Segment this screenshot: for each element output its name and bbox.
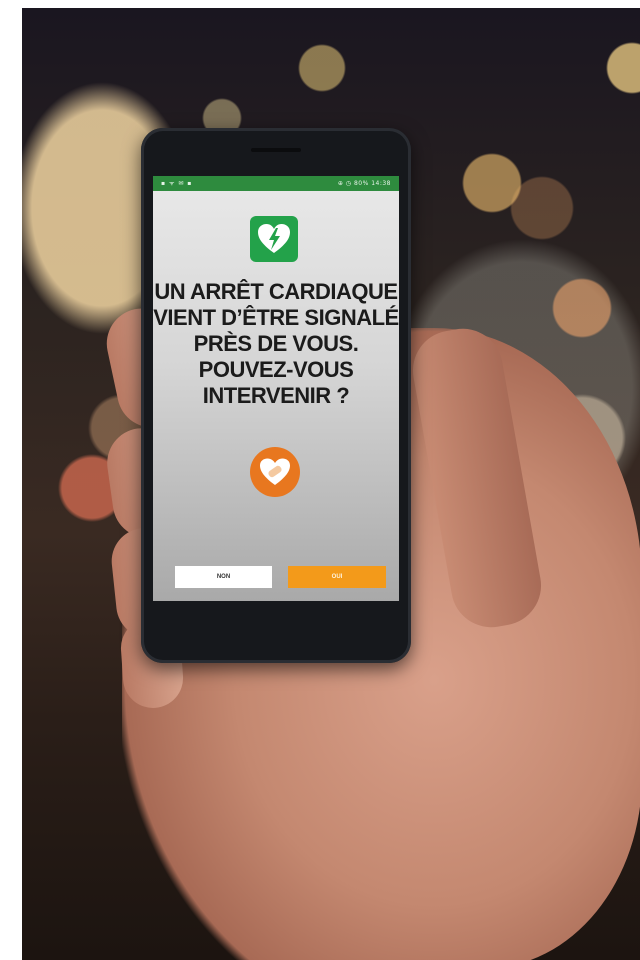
- alert-line: POUVEZ-VOUS: [198, 357, 354, 382]
- alert-line: PRÈS DE VOUS.: [193, 331, 359, 356]
- cardiac-arrest-alert-message: UN ARRÊT CARDIAQUE VIENT D’ÊTRE SIGNALÉ …: [153, 279, 399, 409]
- heart-bandage-icon: [250, 447, 300, 497]
- phone-screen: ▪ ᯤ ✉ ▪ ⊕ ◷ 80% 14:38 UN ARRÊT CARDIAQUE…: [153, 176, 399, 601]
- alert-line: UN ARRÊT CARDIAQUE: [154, 279, 398, 304]
- smartphone: ▪ ᯤ ✉ ▪ ⊕ ◷ 80% 14:38 UN ARRÊT CARDIAQUE…: [141, 128, 411, 663]
- alert-line: INTERVENIR ?: [202, 383, 350, 408]
- status-bar: ▪ ᯤ ✉ ▪ ⊕ ◷ 80% 14:38: [153, 176, 399, 191]
- phone-speaker: [251, 148, 301, 152]
- no-button[interactable]: NON: [175, 566, 272, 588]
- alert-line: VIENT D’ÊTRE SIGNALÉ: [153, 305, 399, 330]
- status-bar-left-icons: ▪ ᯤ ✉ ▪: [161, 180, 193, 187]
- yes-button[interactable]: OUI: [288, 566, 386, 588]
- defibrillator-heart-icon: [250, 216, 298, 262]
- status-bar-right-text: ⊕ ◷ 80% 14:38: [337, 180, 391, 187]
